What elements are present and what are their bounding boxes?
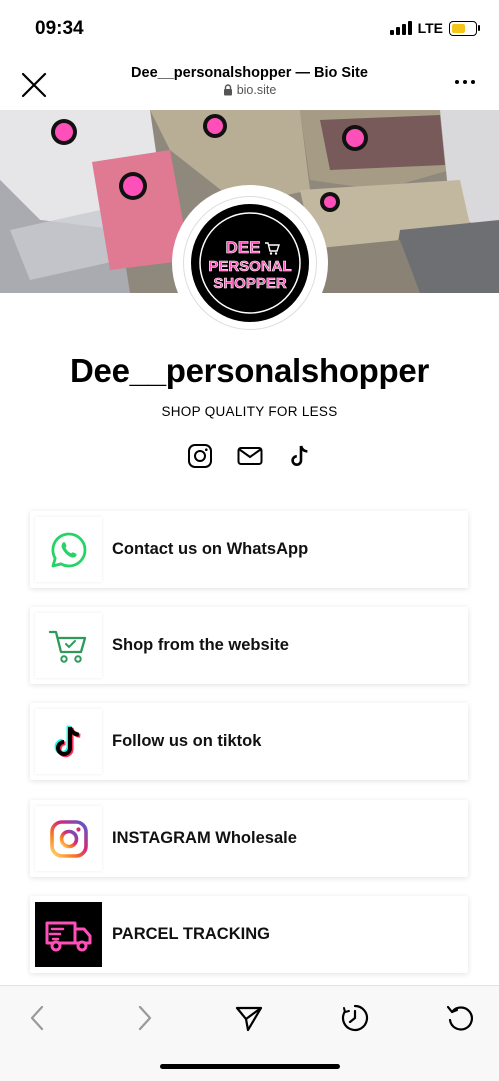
avatar: DEE PERSONAL SHOPPER: [191, 204, 309, 322]
link-thumbnail: [35, 806, 102, 871]
status-indicators: LTE: [389, 20, 480, 36]
status-bar: 09:34 LTE: [0, 0, 499, 58]
back-icon: [30, 1005, 44, 1031]
history-button[interactable]: [339, 1002, 371, 1034]
back-button[interactable]: [22, 1002, 54, 1034]
link-thumbnail: [35, 517, 102, 582]
link-instagram-wholesale[interactable]: INSTAGRAM Wholesale: [30, 800, 468, 877]
page-title-block: Dee__personalshopper — Bio Site bio.site: [80, 65, 419, 101]
social-links: [0, 442, 499, 470]
delivery-truck-icon: [45, 921, 91, 951]
whatsapp-icon: [50, 532, 86, 567]
svg-text:SHOPPER: SHOPPER: [213, 275, 287, 292]
instagram-icon: [49, 819, 88, 858]
battery-icon: [449, 20, 480, 36]
lock-icon: [223, 84, 232, 96]
forward-button[interactable]: [128, 1002, 160, 1034]
link-label: Contact us on WhatsApp: [112, 540, 309, 558]
link-thumbnail: [35, 902, 102, 967]
network-label: LTE: [417, 20, 443, 36]
more-options-button[interactable]: [455, 80, 475, 84]
page-title: Dee__personalshopper — Bio Site: [131, 65, 368, 81]
status-time: 09:34: [35, 18, 84, 39]
profile-name: Dee__personalshopper: [70, 352, 429, 389]
close-button[interactable]: [20, 71, 48, 99]
url-text: bio.site: [236, 83, 277, 97]
svg-text:PERSONAL: PERSONAL: [208, 258, 291, 275]
close-icon: [21, 72, 47, 98]
profile-tagline: SHOP QUALITY FOR LESS: [161, 404, 338, 419]
more-dot-icon: [471, 80, 475, 84]
link-label: PARCEL TRACKING: [112, 925, 270, 943]
more-dot-icon: [463, 80, 467, 84]
forward-icon: [138, 1005, 152, 1031]
page-url: bio.site: [223, 83, 277, 97]
link-label: Follow us on tiktok: [112, 732, 262, 750]
instagram-icon[interactable]: [186, 442, 214, 470]
more-dot-icon: [455, 80, 459, 84]
history-icon: [341, 1004, 369, 1032]
link-thumbnail: [35, 709, 102, 774]
tiktok-icon: [54, 724, 81, 757]
shopping-cart-icon: [48, 630, 86, 663]
share-button[interactable]: [233, 1002, 265, 1034]
link-parcel-tracking[interactable]: PARCEL TRACKING: [30, 896, 468, 973]
link-website[interactable]: Shop from the website: [30, 607, 468, 684]
tiktok-icon[interactable]: [286, 442, 314, 470]
link-whatsapp[interactable]: Contact us on WhatsApp: [30, 511, 468, 588]
brand-logo-icon: DEE PERSONAL SHOPPER: [193, 206, 307, 320]
browser-header: Dee__personalshopper — Bio Site bio.site: [0, 58, 499, 110]
share-icon: [235, 1006, 263, 1032]
signal-icon: [389, 21, 412, 35]
reload-icon: [446, 1005, 473, 1031]
link-tiktok[interactable]: Follow us on tiktok: [30, 703, 468, 780]
svg-text:DEE: DEE: [226, 238, 261, 257]
home-indicator[interactable]: [160, 1064, 340, 1069]
link-label: Shop from the website: [112, 636, 289, 654]
link-label: INSTAGRAM Wholesale: [112, 829, 297, 847]
link-thumbnail: [35, 613, 102, 678]
mail-icon[interactable]: [236, 442, 264, 470]
reload-button[interactable]: [444, 1002, 476, 1034]
